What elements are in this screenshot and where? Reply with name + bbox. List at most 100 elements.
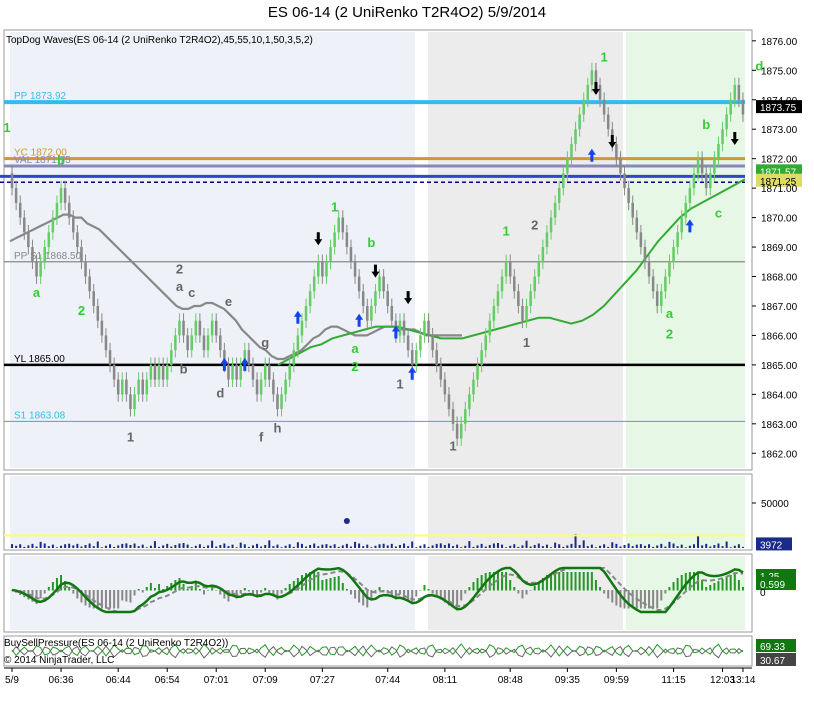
renko-bar-129	[537, 261, 541, 277]
level-label-5: S1 1863.08	[14, 410, 66, 421]
renko-bar-158	[655, 291, 659, 306]
renko-bar-11	[55, 202, 59, 218]
renko-bar-0	[10, 173, 14, 189]
renko-bar-2	[18, 202, 22, 218]
wave-label-14: 1	[331, 200, 338, 215]
y-tick-label-1: 1863.00	[761, 420, 798, 431]
osc-hist-bar-179	[741, 587, 744, 591]
volume-bar-18	[84, 545, 87, 548]
renko-bar-67	[284, 379, 287, 395]
renko-bar-74	[312, 276, 316, 292]
volume-bar-66	[280, 547, 283, 548]
renko-bar-42	[182, 320, 185, 336]
osc-hist-bar-155	[643, 590, 646, 609]
renko-bar-165	[684, 202, 688, 218]
osc-hist-bar-140	[582, 572, 585, 591]
volume-bar-143	[594, 547, 597, 548]
osc-hist-bar-101	[423, 585, 426, 591]
renko-bar-164	[680, 217, 683, 233]
session-shade-vol-1	[428, 476, 623, 548]
renko-bar-13	[63, 188, 67, 203]
renko-bar-173	[717, 143, 720, 159]
session-shade-vol-2	[626, 476, 745, 548]
session-shade-vol-0	[10, 476, 415, 548]
volume-bar-65	[276, 544, 279, 548]
volume-bar-169	[701, 545, 704, 548]
wave-label-15: b	[367, 235, 375, 250]
renko-bar-172	[713, 158, 716, 174]
volume-bar-35	[153, 541, 156, 548]
volume-bar-57	[243, 544, 246, 548]
renko-bar-161	[668, 261, 671, 277]
osc-hist-bar-170	[705, 587, 708, 591]
osc-hist-bar-123	[513, 587, 516, 591]
osc-hist-bar-161	[668, 587, 671, 591]
renko-bar-46	[198, 320, 202, 336]
wave-label-13: h	[273, 421, 281, 436]
volume-spike-dot	[343, 518, 350, 524]
renko-bar-54	[231, 364, 234, 380]
renko-bar-48	[206, 335, 210, 351]
volume-bar-127	[529, 546, 532, 548]
osc-hist-bar-47	[202, 590, 205, 595]
volume-bar-122	[509, 545, 512, 548]
volume-bar-168	[697, 534, 700, 548]
renko-bar-5	[31, 247, 34, 262]
volume-bar-73	[309, 545, 312, 548]
osc-hist-bar-81	[341, 583, 344, 591]
renko-bar-152	[631, 202, 634, 218]
chart-canvas[interactable]: PP 1873.92YC 1872.00VAL 1871.75PP S1 186…	[0, 0, 814, 711]
volume-bar-113	[472, 546, 475, 548]
volume-bar-112	[468, 541, 471, 548]
renko-bar-68	[288, 364, 291, 380]
renko-bar-92	[386, 291, 389, 306]
osc-hist-bar-27	[121, 590, 124, 601]
renko-bar-114	[476, 364, 479, 380]
osc-hist-bar-158	[656, 590, 659, 609]
wave-label-25: 2	[666, 326, 673, 341]
osc-hist-bar-178	[737, 580, 740, 591]
volume-bar-156	[648, 544, 651, 548]
volume-bar-29	[129, 545, 132, 548]
renko-bar-39	[170, 350, 173, 365]
renko-bar-29	[129, 394, 132, 410]
renko-bar-93	[390, 305, 394, 321]
osc-hist-bar-111	[464, 590, 467, 594]
renko-bar-128	[533, 276, 536, 292]
osc-hist-bar-57	[243, 588, 246, 591]
wave-label-12: f	[259, 429, 264, 444]
osc-hist-bar-144	[599, 587, 602, 591]
volume-bar-43	[186, 544, 189, 548]
osc-hist-bar-163	[676, 578, 679, 591]
volume-bar-69	[292, 546, 295, 548]
renko-bar-146	[606, 114, 610, 130]
renko-bar-170	[704, 173, 708, 189]
volume-bar-123	[513, 544, 516, 548]
volume-bar-144	[599, 545, 602, 548]
volume-bar-104	[435, 543, 438, 548]
renko-bar-117	[488, 320, 492, 336]
wave-label-24: a	[666, 306, 674, 321]
osc-hist-bar-66	[280, 590, 283, 594]
volume-bar-13	[64, 544, 67, 548]
osc-hist-bar-14	[68, 587, 71, 591]
volume-bar-68	[288, 544, 291, 548]
renko-bar-132	[549, 217, 553, 233]
x-tick-label-9: 08:48	[498, 675, 523, 686]
osc-hist-bar-10	[51, 582, 54, 591]
renko-bar-19	[88, 276, 91, 292]
y-tick-label-6: 1868.00	[761, 273, 798, 284]
level-label-0: PP 1873.92	[14, 91, 67, 102]
renko-bar-139	[578, 114, 581, 130]
renko-bar-83	[349, 247, 353, 262]
volume-bar-97	[407, 546, 410, 548]
osc-hist-bar-147	[611, 590, 614, 603]
renko-bar-115	[480, 350, 483, 365]
volume-bar-3	[23, 546, 26, 548]
volume-bar-135	[562, 546, 565, 548]
renko-bar-105	[439, 364, 443, 380]
volume-bar-7	[39, 541, 42, 548]
renko-bar-18	[84, 261, 87, 277]
volume-bar-46	[198, 544, 201, 548]
volume-bar-54	[231, 544, 234, 548]
